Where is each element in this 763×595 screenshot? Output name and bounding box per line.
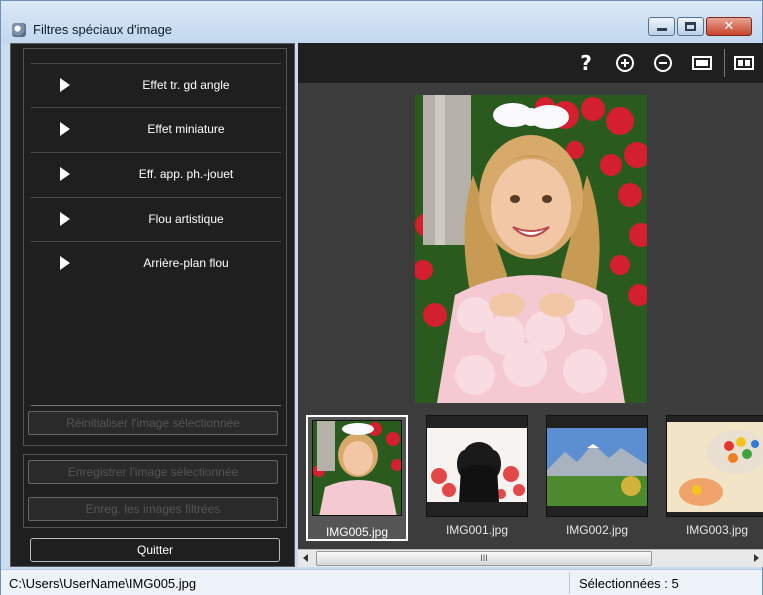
app-icon (12, 23, 26, 37)
app-window: Filtres spéciaux d'image ✕ Effet tr. gd … (0, 0, 763, 595)
thumbnail-name: IMG003.jpg (685, 523, 749, 537)
scroll-left-icon[interactable] (303, 554, 308, 562)
thumb-candy-photo (667, 416, 763, 516)
main-preview-image (415, 95, 647, 403)
filter-item-blur-background[interactable]: Arrière-plan flou (31, 241, 281, 285)
play-icon (60, 212, 70, 226)
title-bar: Filtres spéciaux d'image ✕ (1, 1, 762, 43)
filter-label: Flou artistique (148, 212, 224, 226)
zoom-in-button[interactable] (615, 53, 635, 73)
save-filtered-button[interactable]: Enreg. les images filtrées (28, 497, 278, 521)
status-bar: C:\Users\UserName\IMG005.jpg Sélectionné… (1, 569, 762, 595)
thumbnail-image (312, 420, 402, 516)
thumbnail-item[interactable]: IMG001.jpg (426, 415, 528, 541)
quit-button[interactable]: Quitter (30, 538, 280, 562)
preview-toolbar: ? (298, 43, 763, 83)
thumbnail-name: IMG002.jpg (565, 523, 629, 537)
thumbnail-image (666, 415, 763, 517)
toolbar-divider (724, 49, 725, 77)
status-divider (569, 572, 570, 594)
thumb-mountain-photo (547, 416, 647, 516)
preview-panel: ? IMG005.jpg IMG001.jpg IMG002.jpg IMG00… (298, 43, 763, 567)
close-icon: ✕ (723, 19, 735, 34)
play-icon (60, 167, 70, 181)
single-view-icon (692, 56, 712, 70)
zoom-out-button[interactable] (653, 53, 673, 73)
window-title: Filtres spéciaux d'image (33, 22, 173, 37)
help-icon[interactable]: ? (576, 51, 596, 75)
filter-label: Effet tr. gd angle (142, 78, 230, 92)
compare-view-button[interactable] (734, 53, 754, 73)
thumbnail-strip: IMG005.jpg IMG001.jpg IMG002.jpg IMG003.… (298, 409, 763, 549)
thumbnail-item[interactable]: IMG003.jpg (666, 415, 763, 541)
close-button[interactable]: ✕ (706, 17, 752, 36)
thumbnail-image (546, 415, 648, 517)
single-view-button[interactable] (692, 53, 712, 73)
scrollbar-thumb[interactable]: III (316, 551, 652, 566)
status-selected-count: Sélectionnées : 5 (579, 576, 679, 591)
compare-view-icon (734, 56, 754, 70)
thumbnail-image (426, 415, 528, 517)
filter-label: Eff. app. ph.-jouet (138, 167, 234, 181)
scroll-right-icon[interactable] (754, 554, 759, 562)
thumbnail-scrollbar[interactable]: III (298, 549, 763, 567)
status-file-path: C:\Users\UserName\IMG005.jpg (9, 576, 197, 591)
play-icon (60, 122, 70, 136)
reset-image-button[interactable]: Réinitialiser l'image sélectionnée (28, 411, 278, 435)
zoom-out-icon (654, 54, 672, 72)
minimize-button[interactable] (648, 17, 675, 36)
girl-photo (415, 95, 647, 403)
thumbnail-name: IMG001.jpg (445, 523, 509, 537)
thumbnail-item[interactable]: IMG005.jpg (306, 415, 408, 541)
thumbnail-item[interactable]: IMG002.jpg (546, 415, 648, 541)
play-icon (60, 256, 70, 270)
divider (31, 405, 281, 406)
maximize-button[interactable] (677, 17, 704, 36)
filter-list: Effet tr. gd angle Effet miniature Eff. … (23, 48, 287, 446)
thumbnail-name: IMG005.jpg (325, 525, 389, 539)
filter-item-miniature[interactable]: Effet miniature (31, 107, 281, 151)
maximize-icon (685, 22, 696, 31)
filter-label: Arrière-plan flou (143, 256, 229, 270)
play-icon (60, 78, 70, 92)
filter-item-toy-camera[interactable]: Eff. app. ph.-jouet (31, 152, 281, 196)
minimize-icon (656, 28, 667, 31)
thumb-girl-photo (313, 421, 401, 515)
thumb-dog-photo (427, 416, 527, 516)
zoom-in-icon (616, 54, 634, 72)
filter-item-soft-focus[interactable]: Flou artistique (31, 197, 281, 241)
save-selected-button[interactable]: Enregistrer l'image sélectionnée (28, 460, 278, 484)
filter-item-wide-angle[interactable]: Effet tr. gd angle (31, 63, 281, 107)
filter-panel: Effet tr. gd angle Effet miniature Eff. … (10, 43, 295, 567)
filter-label: Effet miniature (147, 122, 225, 136)
